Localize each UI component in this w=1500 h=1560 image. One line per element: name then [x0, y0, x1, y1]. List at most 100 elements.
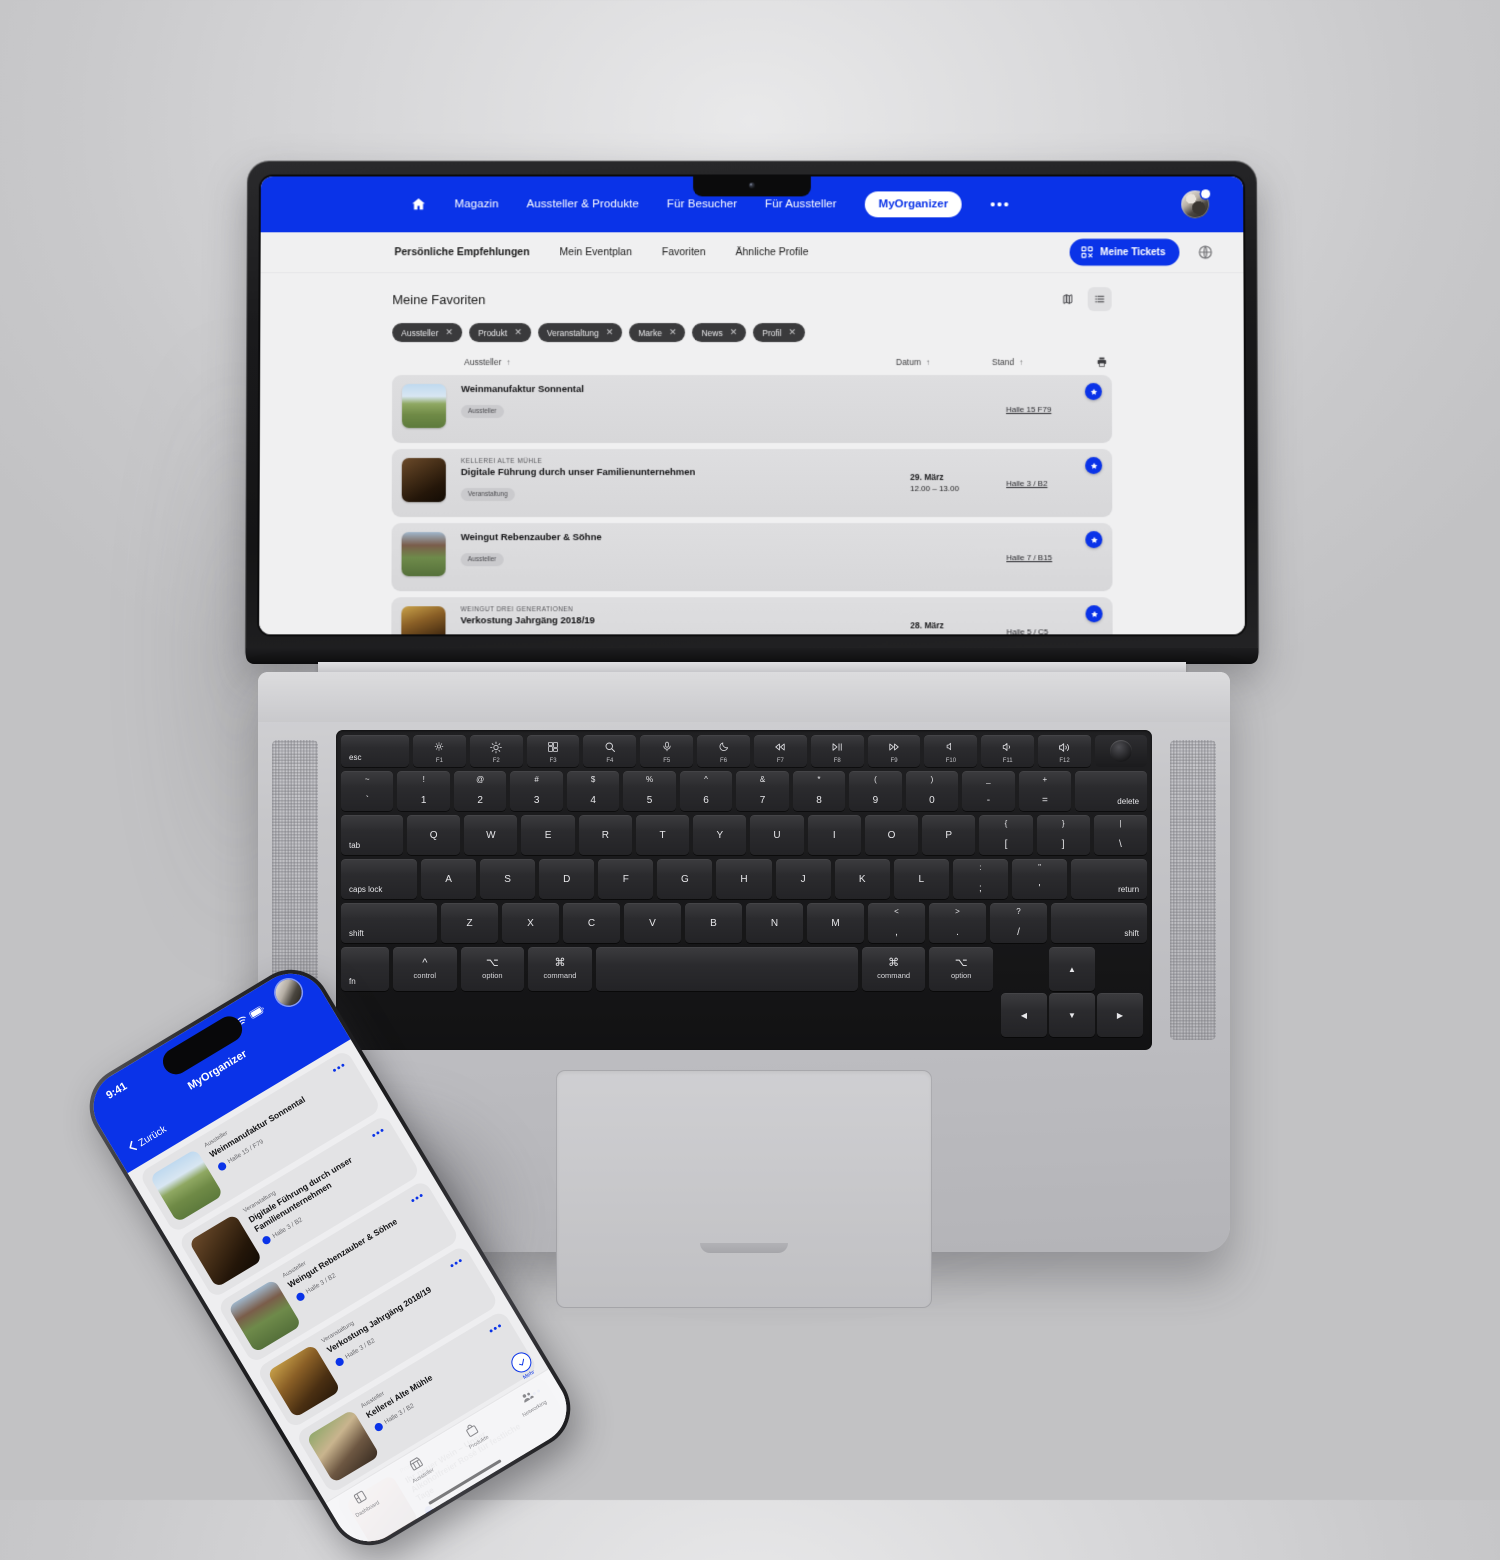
back-button[interactable]: Zurück [126, 1122, 169, 1155]
key-8[interactable]: * 8 [792, 771, 846, 811]
key-s[interactable]: S [480, 859, 536, 899]
key-d[interactable]: D [539, 859, 595, 899]
key-semicolon[interactable]: :; [952, 859, 1008, 899]
key-quote[interactable]: " ' [1011, 859, 1068, 899]
key-bracket-left[interactable]: {[ [979, 815, 1033, 855]
key-command-right[interactable]: ⌘ command [861, 947, 926, 991]
key-arrow-right[interactable]: ▶ [1096, 993, 1143, 1037]
nav-more-icon[interactable]: ••• [990, 196, 1010, 213]
key-f11-volume-down[interactable]: F11 [981, 735, 1035, 767]
close-icon[interactable]: ✕ [789, 327, 797, 337]
key-k[interactable]: K [834, 859, 890, 899]
key-f[interactable]: F [598, 859, 654, 899]
key-9[interactable]: (9 [849, 771, 902, 811]
table-row[interactable]: Weinmanufaktur Sonnental Aussteller Hall… [391, 375, 1113, 444]
key-t[interactable]: T [635, 815, 690, 855]
key-equals[interactable]: + = [1018, 771, 1072, 811]
key-delete[interactable]: delete [1075, 771, 1148, 811]
key-j[interactable]: J [775, 859, 831, 899]
key-bracket-right[interactable]: }] [1036, 815, 1090, 855]
key-comma[interactable]: <, [868, 903, 925, 943]
filter-chip-aussteller[interactable]: Aussteller ✕ [392, 323, 463, 343]
key-w[interactable]: W [464, 815, 518, 855]
row-stand[interactable]: Halle 5 / C5 [1006, 627, 1102, 635]
tab-aehnliche-profile[interactable]: Ähnliche Profile [736, 246, 809, 258]
key-a[interactable]: A [421, 859, 477, 899]
key-space[interactable] [595, 947, 858, 991]
key-y[interactable]: Y [693, 815, 747, 855]
key-tab[interactable]: tab [341, 815, 403, 855]
key-esc[interactable]: esc [341, 735, 409, 767]
key-2[interactable]: @2 [453, 771, 507, 811]
key-0[interactable]: ) 0 [905, 771, 959, 811]
key-option-right[interactable]: ⌥ option [929, 947, 993, 991]
key-7[interactable]: & 7 [736, 771, 789, 811]
key-tilde[interactable]: ~ ` [341, 771, 394, 811]
key-backslash[interactable]: | \ [1093, 815, 1148, 855]
key-period[interactable]: >. [929, 903, 986, 943]
row-stand[interactable]: Halle 3 / B2 [1006, 479, 1102, 488]
key-5[interactable]: % 5 [623, 771, 676, 811]
key-c[interactable]: C [563, 903, 620, 943]
nav-link-fuer-aussteller[interactable]: Für Aussteller [765, 198, 837, 210]
column-header-aussteller[interactable]: Aussteller ↑ [464, 357, 510, 367]
key-shift-left[interactable]: shift [341, 903, 437, 943]
close-icon[interactable]: ✕ [730, 327, 738, 337]
key-u[interactable]: U [750, 815, 804, 855]
key-f10-mute[interactable]: F10 [924, 735, 978, 767]
globe-icon[interactable] [1197, 244, 1213, 260]
key-m[interactable]: M [807, 903, 864, 943]
key-g[interactable]: G [657, 859, 713, 899]
key-f12-volume-up[interactable]: F12 [1038, 735, 1091, 767]
key-4[interactable]: $4 [566, 771, 620, 811]
touch-id-icon[interactable] [1094, 735, 1147, 767]
key-f6-do-not-disturb[interactable]: F6 [697, 735, 750, 767]
key-h[interactable]: H [716, 859, 772, 899]
tab-favoriten[interactable]: Favoriten [662, 246, 706, 258]
favorite-star-button[interactable] [1085, 605, 1103, 623]
avatar[interactable] [1181, 189, 1211, 219]
key-f2-brightness-up[interactable]: F2 [469, 735, 523, 767]
list-view-icon[interactable] [1087, 287, 1112, 312]
key-arrow-down[interactable]: ▼ [1048, 993, 1095, 1037]
key-6[interactable]: ^ 6 [679, 771, 733, 811]
key-caps-lock[interactable]: caps lock [341, 859, 417, 899]
key-return[interactable]: return [1071, 859, 1148, 899]
filter-chip-produkt[interactable]: Produkt ✕ [469, 323, 531, 343]
row-stand[interactable]: Halle 15 F79 [1006, 405, 1102, 414]
key-arrow-left[interactable]: ◀ [1000, 993, 1047, 1037]
key-1[interactable]: ! 1 [397, 771, 450, 811]
key-slash[interactable]: ? / [990, 903, 1047, 943]
favorite-star-button[interactable] [1085, 457, 1103, 475]
key-l[interactable]: L [893, 859, 949, 899]
key-b[interactable]: B [685, 903, 742, 943]
table-row[interactable]: Weingut Rebenzauber & Söhne Aussteller H… [391, 523, 1113, 592]
close-icon[interactable]: ✕ [606, 327, 614, 337]
close-icon[interactable]: ✕ [446, 327, 454, 337]
meine-tickets-button[interactable]: Meine Tickets [1069, 238, 1180, 266]
key-q[interactable]: Q [407, 815, 461, 855]
table-row[interactable]: WEINGUT DREI GENERATIONEN Verkostung Jah… [391, 597, 1113, 635]
nav-link-magazin[interactable]: Magazin [454, 198, 498, 210]
key-f3-mission-control[interactable]: F3 [526, 735, 580, 767]
nav-pill-myorganizer[interactable]: MyOrganizer [864, 191, 963, 218]
key-r[interactable]: R [578, 815, 632, 855]
key-f7-rewind[interactable]: F7 [753, 735, 807, 767]
favorite-star-button[interactable] [1084, 383, 1102, 401]
trackpad[interactable] [556, 1070, 932, 1308]
filter-chip-marke[interactable]: Marke ✕ [629, 323, 686, 343]
key-x[interactable]: X [502, 903, 559, 943]
phone-avatar[interactable] [270, 974, 307, 1011]
key-e[interactable]: E [521, 815, 575, 855]
key-arrow-up[interactable]: ▲ [1048, 947, 1095, 991]
close-icon[interactable]: ✕ [514, 327, 522, 337]
key-n[interactable]: N [746, 903, 803, 943]
tab-mein-eventplan[interactable]: Mein Eventplan [560, 246, 632, 258]
key-3[interactable]: #3 [510, 771, 563, 811]
filter-chip-veranstaltung[interactable]: Veranstaltung ✕ [537, 323, 623, 343]
filter-chip-news[interactable]: News ✕ [692, 323, 747, 343]
home-icon[interactable] [411, 196, 427, 212]
key-shift-right[interactable]: shift [1051, 903, 1147, 943]
table-row[interactable]: KELLEREI ALTE MÜHLE Digitale Führung dur… [391, 449, 1113, 518]
key-z[interactable]: Z [441, 903, 498, 943]
